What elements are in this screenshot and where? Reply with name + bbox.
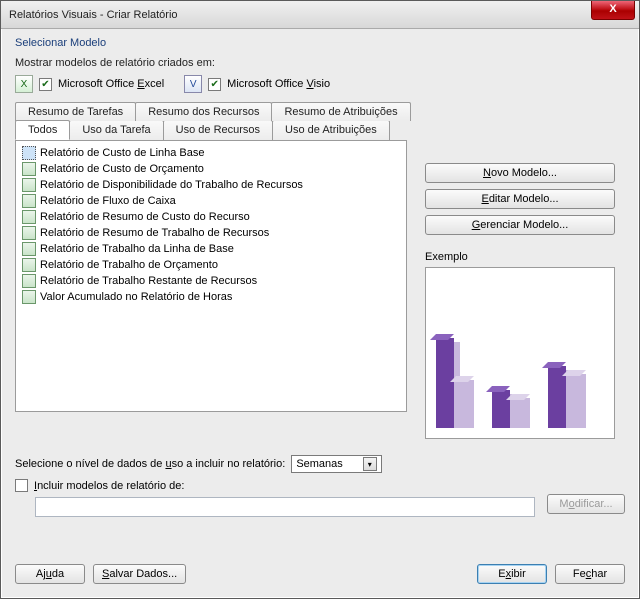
section-title: Selecionar Modelo: [15, 37, 625, 49]
excel-icon: X: [15, 75, 33, 93]
window-title: Relatórios Visuais - Criar Relatório: [9, 9, 178, 21]
bottom-left-buttons: Ajuda Salvar Dados...: [15, 564, 186, 584]
usage-level-row: Selecione o nível de dados de uso a incl…: [15, 455, 382, 473]
tab-resumo-atribuicoes[interactable]: Resumo de Atribuições: [271, 102, 410, 121]
manage-model-button[interactable]: Gerenciar Modelo...: [425, 215, 615, 235]
include-path-input[interactable]: [35, 497, 535, 517]
list-item[interactable]: Relatório de Disponibilidade do Trabalho…: [22, 177, 400, 193]
usage-level-label: Selecione o nível de dados de uso a incl…: [15, 458, 285, 470]
template-list[interactable]: Relatório de Custo de Linha Base Relatór…: [15, 140, 407, 412]
list-item-label: Relatório de Custo de Orçamento: [40, 163, 204, 175]
list-item-label: Relatório de Custo de Linha Base: [40, 147, 205, 159]
close-icon: X: [609, 3, 616, 15]
side-buttons: Novo Modelo... Editar Modelo... Gerencia…: [425, 163, 615, 235]
excel-item-icon: [22, 162, 36, 176]
excel-item-icon: [22, 258, 36, 272]
dialog-window: Relatórios Visuais - Criar Relatório X S…: [0, 0, 640, 599]
tab-uso-atribuicoes[interactable]: Uso de Atribuições: [272, 120, 390, 140]
include-row: Incluir modelos de relatório de:: [15, 479, 184, 492]
visio-checkbox[interactable]: [208, 78, 221, 91]
include-label: Incluir modelos de relatório de:: [34, 480, 184, 492]
list-item-label: Relatório de Resumo de Custo do Recurso: [40, 211, 250, 223]
close-dialog-button[interactable]: Fechar: [555, 564, 625, 584]
example-label: Exemplo: [425, 251, 468, 263]
tab-resumo-tarefas[interactable]: Resumo de Tarefas: [15, 102, 136, 121]
chevron-down-icon: ▾: [363, 457, 377, 471]
list-item-label: Relatório de Fluxo de Caixa: [40, 195, 176, 207]
list-item-label: Relatório de Trabalho da Linha de Base: [40, 243, 234, 255]
bottom-right-buttons: Exibir Fechar: [477, 564, 625, 584]
show-models-label: Mostrar modelos de relatório criados em:: [15, 57, 625, 69]
tab-todos[interactable]: Todos: [15, 120, 70, 140]
tab-uso-recursos[interactable]: Uso de Recursos: [163, 120, 273, 140]
list-item-label: Relatório de Trabalho Restante de Recurs…: [40, 275, 257, 287]
list-item[interactable]: Relatório de Resumo de Custo do Recurso: [22, 209, 400, 225]
new-model-button[interactable]: Novo Modelo...: [425, 163, 615, 183]
tabs-row-upper: Resumo de Tarefas Resumo dos Recursos Re…: [15, 101, 625, 120]
excel-item-icon: [22, 210, 36, 224]
save-data-button[interactable]: Salvar Dados...: [93, 564, 186, 584]
example-preview: [425, 267, 615, 439]
excel-item-icon: [22, 194, 36, 208]
list-item[interactable]: Relatório de Trabalho Restante de Recurs…: [22, 273, 400, 289]
list-item-label: Valor Acumulado no Relatório de Horas: [40, 291, 232, 303]
include-checkbox[interactable]: [15, 479, 28, 492]
help-button[interactable]: Ajuda: [15, 564, 85, 584]
excel-item-icon: [22, 146, 36, 160]
list-item-label: Relatório de Disponibilidade do Trabalho…: [40, 179, 303, 191]
modify-button: Modificar...: [547, 494, 625, 514]
list-item[interactable]: Relatório de Fluxo de Caixa: [22, 193, 400, 209]
chart-icon: [436, 318, 606, 428]
list-item-label: Relatório de Trabalho de Orçamento: [40, 259, 218, 271]
edit-model-button[interactable]: Editar Modelo...: [425, 189, 615, 209]
excel-checkbox[interactable]: [39, 78, 52, 91]
excel-item-icon: [22, 178, 36, 192]
list-item[interactable]: Valor Acumulado no Relatório de Horas: [22, 289, 400, 305]
list-item[interactable]: Relatório de Resumo de Trabalho de Recur…: [22, 225, 400, 241]
list-item[interactable]: Relatório de Custo de Orçamento: [22, 161, 400, 177]
excel-item-icon: [22, 290, 36, 304]
excel-item-icon: [22, 226, 36, 240]
excel-label: Microsoft Office Excel: [58, 78, 164, 90]
filter-row: X Microsoft Office Excel V Microsoft Off…: [15, 75, 625, 93]
dropdown-value: Semanas: [296, 458, 342, 470]
visio-icon: V: [184, 75, 202, 93]
list-item-label: Relatório de Resumo de Trabalho de Recur…: [40, 227, 269, 239]
show-button[interactable]: Exibir: [477, 564, 547, 584]
tabs-row-lower: Todos Uso da Tarefa Uso de Recursos Uso …: [15, 120, 625, 140]
list-item[interactable]: Relatório de Trabalho de Orçamento: [22, 257, 400, 273]
titlebar[interactable]: Relatórios Visuais - Criar Relatório X: [1, 1, 639, 29]
usage-level-dropdown[interactable]: Semanas ▾: [291, 455, 381, 473]
excel-item-icon: [22, 274, 36, 288]
close-button[interactable]: X: [591, 1, 635, 20]
excel-item-icon: [22, 242, 36, 256]
visio-label: Microsoft Office Visio: [227, 78, 330, 90]
list-item[interactable]: Relatório de Custo de Linha Base: [22, 145, 400, 161]
tab-resumo-recursos[interactable]: Resumo dos Recursos: [135, 102, 272, 121]
list-item[interactable]: Relatório de Trabalho da Linha de Base: [22, 241, 400, 257]
tab-uso-tarefa[interactable]: Uso da Tarefa: [69, 120, 163, 140]
